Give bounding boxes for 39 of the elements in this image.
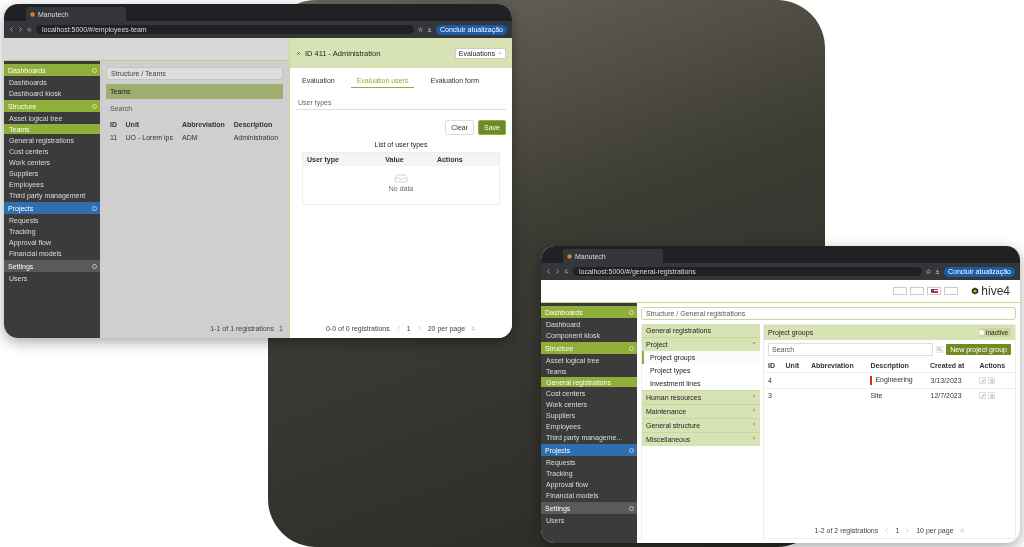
flag-icon xyxy=(930,289,938,293)
empty-inbox-icon xyxy=(394,174,408,183)
collapse-icon[interactable] xyxy=(629,505,634,511)
chevron-icon xyxy=(752,422,756,426)
download-icon[interactable] xyxy=(426,27,432,32)
download-icon[interactable] xyxy=(934,269,940,274)
delete-button[interactable] xyxy=(988,377,996,384)
refresh-icon[interactable] xyxy=(471,326,477,331)
edit-button[interactable] xyxy=(979,377,987,384)
chevron-icon xyxy=(752,408,756,412)
favicon-icon xyxy=(567,253,572,259)
previous-page-icon[interactable] xyxy=(395,326,401,331)
close-icon[interactable] xyxy=(296,50,301,56)
search-icon[interactable] xyxy=(936,346,944,353)
star-icon[interactable] xyxy=(417,27,423,32)
chevron-icon xyxy=(752,436,756,440)
collapse-icon[interactable] xyxy=(629,309,634,315)
edit-button[interactable] xyxy=(979,392,987,399)
next-page-icon[interactable] xyxy=(416,326,422,331)
star-icon[interactable] xyxy=(925,269,931,274)
collapse-icon[interactable] xyxy=(92,263,97,269)
reload-icon[interactable] xyxy=(27,27,32,32)
delete-button[interactable] xyxy=(988,392,996,399)
favicon-icon xyxy=(30,11,35,17)
collapse-icon[interactable] xyxy=(629,447,634,453)
next-page-icon[interactable] xyxy=(905,528,911,533)
caret-icon xyxy=(498,51,502,55)
collapse-icon[interactable] xyxy=(92,67,97,73)
chevron-icon xyxy=(752,341,756,345)
refresh-icon[interactable] xyxy=(959,528,965,533)
chevron-icon xyxy=(752,394,756,398)
collapse-icon[interactable] xyxy=(92,205,97,211)
collapse-icon[interactable] xyxy=(629,345,634,351)
collapse-icon[interactable] xyxy=(92,103,97,109)
logo-text: hive4 xyxy=(981,284,1010,298)
hexagon-logo-icon xyxy=(971,287,980,295)
previous-page-icon[interactable] xyxy=(884,528,890,533)
reload-icon[interactable] xyxy=(564,269,569,274)
language-select[interactable] xyxy=(927,287,942,295)
